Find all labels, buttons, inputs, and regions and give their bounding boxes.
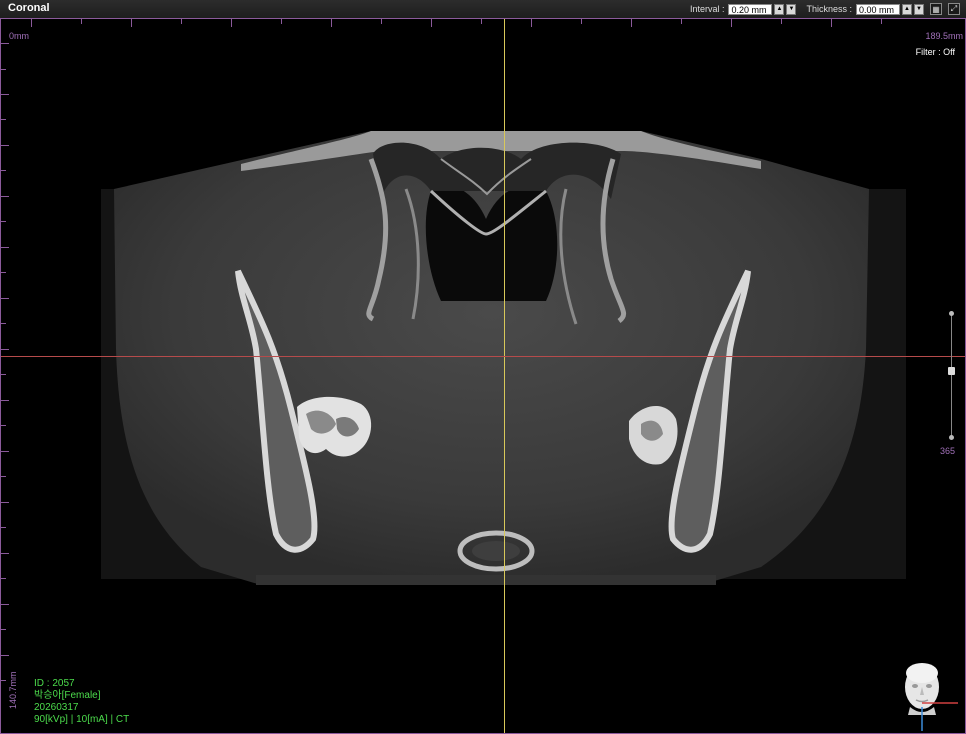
study-date: 20260317: [34, 702, 79, 713]
interval-down-button[interactable]: ▼: [786, 3, 797, 15]
thickness-up-button[interactable]: ▲: [902, 3, 912, 15]
slice-slider-bottom-cap: [949, 435, 954, 440]
left-scale-label: 140.7mm: [8, 671, 18, 709]
slice-slider-track[interactable]: [951, 313, 952, 439]
slice-slider-thumb[interactable]: [948, 367, 955, 375]
patient-name: 박승아[Female]: [34, 690, 101, 701]
top-left-scale-label: 0mm: [9, 31, 29, 41]
filter-status: Filter : Off: [915, 47, 955, 57]
coronal-viewport[interactable]: 0mm 189.5mm Filter : Off 365 ID : 2057 박…: [0, 18, 966, 734]
toolbar-controls: Interval : 0.20 mm ▲ ▼ Thickness : 0.00 …: [680, 2, 960, 16]
horizontal-crosshair[interactable]: [1, 356, 965, 357]
thickness-down-button[interactable]: ▼: [914, 3, 924, 15]
top-right-scale-label: 189.5mm: [925, 31, 963, 41]
ct-slice-image: [101, 131, 906, 585]
thickness-label: Thickness :: [806, 4, 852, 14]
view-title: Coronal: [8, 2, 50, 14]
thickness-input[interactable]: 0.00 mm: [856, 3, 900, 15]
grid-icon[interactable]: ▦: [930, 3, 942, 15]
vertical-crosshair[interactable]: [504, 19, 505, 733]
patient-id: ID : 2057: [34, 678, 75, 689]
slice-number: 365: [940, 446, 956, 456]
expand-icon[interactable]: ⤢: [948, 3, 960, 15]
interval-up-button[interactable]: ▲: [774, 3, 785, 15]
interval-input[interactable]: 0.20 mm: [728, 3, 773, 15]
top-ruler: [1, 19, 965, 29]
slice-slider-top-cap: [949, 311, 954, 316]
left-ruler: [1, 19, 11, 733]
view-title-bar: Coronal Interval : 0.20 mm ▲ ▼ Thickness…: [0, 0, 966, 19]
head-orientation-icon[interactable]: [896, 655, 960, 731]
interval-label: Interval :: [689, 4, 725, 14]
patient-info: ID : 2057 박승아[Female] 20260317 90[kVp] |…: [34, 678, 129, 726]
scan-parameters: 90[kVp] | 10[mA] | CT: [34, 714, 130, 725]
